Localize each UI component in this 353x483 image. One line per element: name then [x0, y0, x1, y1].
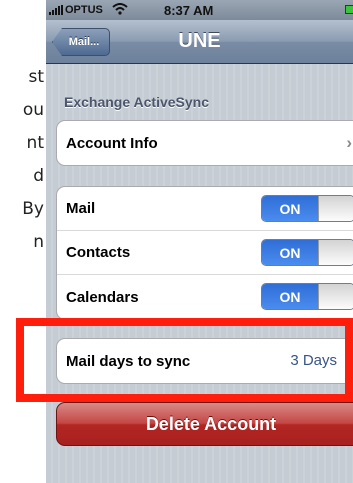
toggle-on-label: ON: [262, 196, 318, 221]
mail-label: Mail: [66, 200, 96, 217]
mail-days-row[interactable]: Mail days to sync 3 Days ›: [57, 339, 353, 383]
instruction-fragment: By: [22, 199, 44, 219]
instruction-text: st ou nt d By n: [0, 0, 46, 483]
mail-days-value: 3 Days: [290, 352, 337, 369]
sync-toggles-group: Mail ON Contacts ON Calendars ON: [56, 186, 353, 320]
status-bar: OPTUS 8:37 AM: [46, 0, 353, 20]
chevron-right-icon: ›: [346, 133, 352, 152]
carrier-name: OPTUS: [65, 4, 103, 16]
account-info-group: Account Info ›: [56, 120, 353, 166]
contacts-toggle[interactable]: ON: [261, 239, 353, 266]
calendars-label: Calendars: [66, 288, 139, 306]
instruction-fragment: st: [28, 67, 44, 87]
mail-toggle[interactable]: ON: [261, 195, 353, 222]
iphone-screen: OPTUS 8:37 AM Mail... UNE Exchange Activ…: [46, 0, 353, 483]
toggle-knob: [318, 196, 353, 221]
signal-bars-icon: [49, 5, 63, 15]
wifi-icon: [112, 3, 128, 18]
toggle-on-label: ON: [262, 240, 318, 265]
toggle-knob: [318, 240, 353, 265]
battery-icon: [345, 5, 353, 14]
status-time: 8:37 AM: [164, 3, 214, 18]
instruction-fragment: d: [33, 166, 44, 186]
instruction-fragment: nt: [26, 133, 44, 153]
toggle-on-label: ON: [262, 284, 318, 309]
contacts-sync-row: Contacts ON: [57, 231, 353, 275]
calendars-sync-row: Calendars ON: [57, 275, 353, 319]
page-title: UNE: [178, 30, 221, 52]
account-info-row[interactable]: Account Info ›: [57, 121, 353, 165]
contacts-label: Contacts: [66, 244, 131, 261]
mail-sync-row: Mail ON: [57, 187, 353, 231]
mail-days-label: Mail days to sync: [66, 352, 191, 370]
section-header: Exchange ActiveSync: [64, 94, 209, 110]
navigation-bar: Mail... UNE: [46, 20, 353, 64]
chevron-right-icon: ›: [346, 351, 352, 370]
mail-days-group: Mail days to sync 3 Days ›: [56, 338, 353, 384]
delete-account-button[interactable]: Delete Account: [56, 402, 353, 446]
account-info-label: Account Info: [66, 134, 158, 152]
toggle-knob: [318, 284, 353, 309]
instruction-fragment: ou: [22, 100, 44, 120]
calendars-toggle[interactable]: ON: [261, 283, 353, 310]
instruction-fragment: n: [33, 232, 44, 252]
